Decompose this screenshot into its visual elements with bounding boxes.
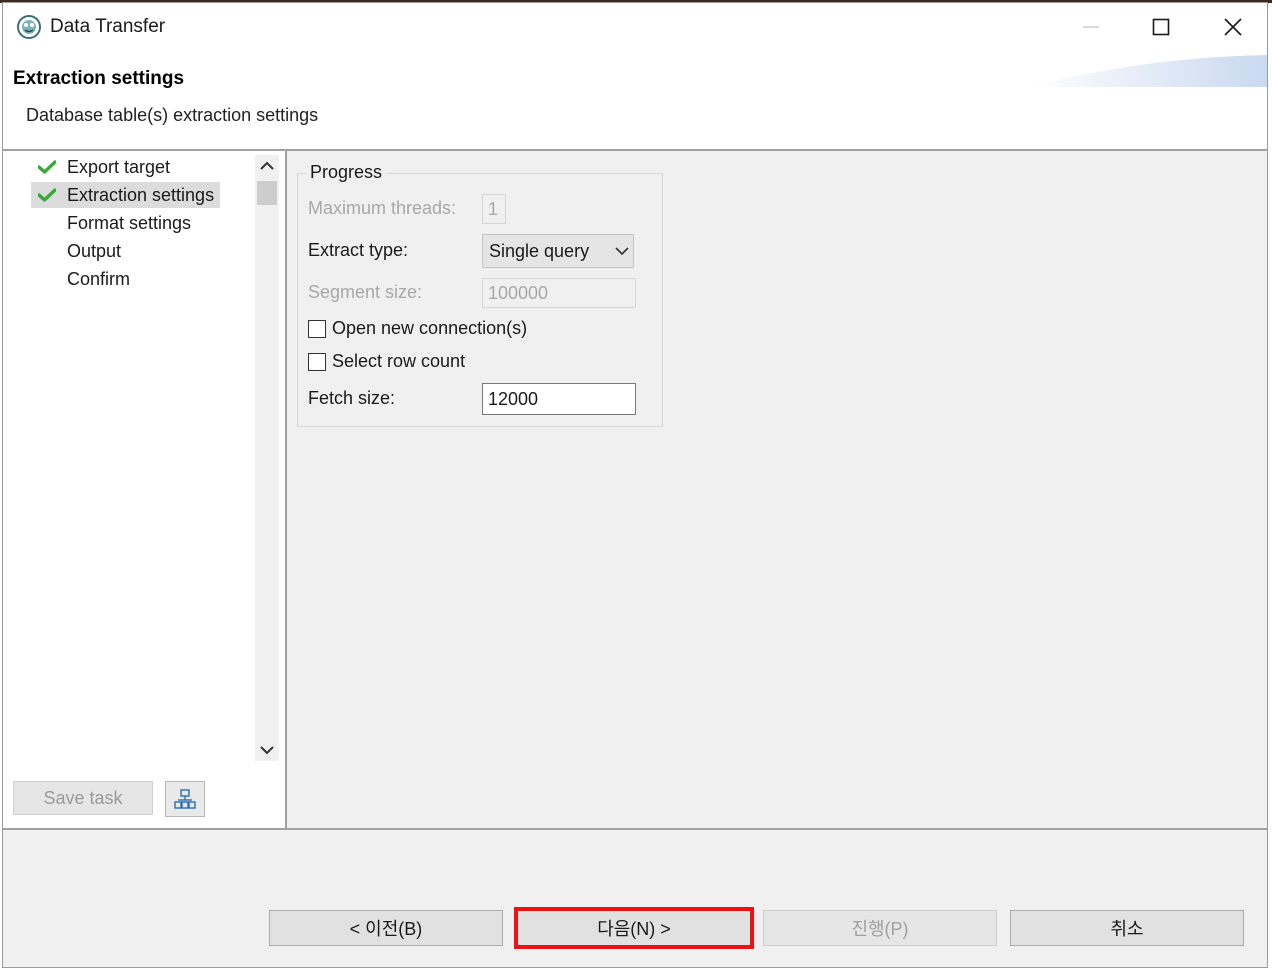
wizard-header: Extraction settings Database table(s) ex… xyxy=(3,51,1267,151)
extract-type-value: Single query xyxy=(489,240,590,261)
save-task-button[interactable]: Save task xyxy=(13,781,153,815)
nav-item-label: Confirm xyxy=(67,268,131,289)
extract-type-select[interactable]: Single query xyxy=(482,234,634,268)
select-row-count-checkbox[interactable]: Select row count xyxy=(308,351,465,372)
nav-item-label: Extraction settings xyxy=(67,184,215,205)
next-button[interactable]: 다음(N) > xyxy=(517,910,751,946)
nav-item-extraction-settings[interactable]: Extraction settings xyxy=(31,182,221,208)
nav-item-output[interactable]: Output xyxy=(31,238,121,264)
max-threads-label: Maximum threads: xyxy=(308,198,457,218)
close-button[interactable] xyxy=(1210,11,1256,43)
window-title: Data Transfer xyxy=(50,16,166,37)
maximize-icon xyxy=(1152,18,1170,36)
scroll-down-button[interactable] xyxy=(255,739,279,761)
checkbox-box[interactable] xyxy=(308,352,326,371)
dbeaver-app-icon xyxy=(17,15,41,39)
nav-item-label: Output xyxy=(67,240,122,261)
max-threads-field[interactable]: 1 xyxy=(482,194,506,224)
chevron-up-icon xyxy=(260,161,274,170)
select-row-count-label: Select row count xyxy=(332,351,466,371)
data-transfer-dialog: Data Transfer Extraction settings Databa… xyxy=(2,2,1268,968)
check-icon xyxy=(35,157,59,177)
scroll-up-button[interactable] xyxy=(255,155,279,177)
fetch-size-field[interactable]: 12000 xyxy=(482,383,636,415)
header-banner-graphic xyxy=(1027,55,1267,87)
page-title: Extraction settings xyxy=(13,68,185,89)
nav-item-label: Export target xyxy=(67,156,171,177)
checkbox-box[interactable] xyxy=(308,319,326,338)
open-new-connection-label: Open new connection(s) xyxy=(332,318,528,338)
progress-group: Progress Maximum threads: 1 Extract type… xyxy=(297,162,663,427)
chevron-down-icon xyxy=(615,247,629,256)
nav-scrollbar[interactable] xyxy=(255,155,279,761)
page-description: Database table(s) extraction settings xyxy=(26,105,319,125)
nav-item-label: Format settings xyxy=(67,212,192,233)
extraction-settings-panel: Progress Maximum threads: 1 Extract type… xyxy=(287,151,1267,828)
title-bar: Data Transfer xyxy=(3,3,1267,51)
extract-type-label: Extract type: xyxy=(308,240,409,260)
chevron-down-icon xyxy=(260,746,274,755)
hierarchy-icon xyxy=(174,789,196,809)
cancel-button[interactable]: 취소 xyxy=(1010,910,1244,946)
nav-item-confirm[interactable]: Confirm xyxy=(31,266,130,292)
open-new-connection-checkbox[interactable]: Open new connection(s) xyxy=(308,318,527,339)
nav-item-format-settings[interactable]: Format settings xyxy=(31,210,191,236)
fetch-size-label: Fetch size: xyxy=(308,388,396,408)
back-button[interactable]: < 이전(B) xyxy=(269,910,503,946)
scroll-thumb[interactable] xyxy=(257,181,277,205)
segment-size-label: Segment size: xyxy=(308,282,423,302)
page-list: Export target Extraction settings Format… xyxy=(3,151,255,761)
task-config-button[interactable] xyxy=(165,781,205,817)
proceed-button[interactable]: 진행(P) xyxy=(763,910,997,946)
wizard-page-nav: Export target Extraction settings Format… xyxy=(3,151,285,828)
maximize-button[interactable] xyxy=(1138,11,1184,43)
nav-item-export-target[interactable]: Export target xyxy=(31,154,170,180)
progress-group-label: Progress xyxy=(306,162,387,183)
footer-divider xyxy=(3,828,1267,830)
minimize-icon xyxy=(1083,26,1099,28)
segment-size-field[interactable]: 100000 xyxy=(482,278,636,308)
minimize-button[interactable] xyxy=(1068,11,1114,43)
close-icon xyxy=(1224,18,1242,36)
check-icon xyxy=(35,185,59,205)
